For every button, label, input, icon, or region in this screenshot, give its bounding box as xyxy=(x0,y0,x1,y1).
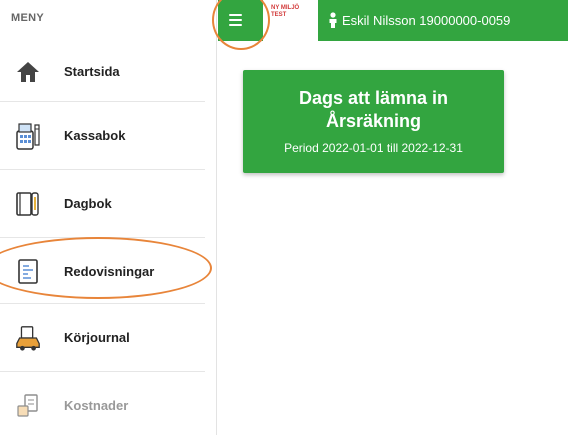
sidebar-item-korjournal[interactable]: Körjournal xyxy=(0,304,217,371)
sidebar-item-kostnader[interactable]: Kostnader xyxy=(0,372,217,439)
sidebar-item-redovisningar[interactable]: Redovisningar xyxy=(0,238,217,305)
user-name: Eskil Nilsson 19000000-0059 xyxy=(342,12,511,28)
card-period: Period 2022-01-01 till 2022-12-31 xyxy=(284,141,463,155)
hamburger-line xyxy=(228,19,242,21)
logo-line-1: NY MILJÖ xyxy=(271,5,300,11)
sidebar-item-label: Redovisningar xyxy=(64,264,155,279)
journal-icon xyxy=(14,190,42,218)
sidebar-item-label: Kassabok xyxy=(64,128,126,143)
environment-logo: NY MILJÖ TEST xyxy=(263,0,318,41)
sidebar-item-label: Körjournal xyxy=(64,330,130,345)
sidebar-item-dagbok[interactable]: Dagbok xyxy=(0,170,217,237)
menu-toggle-button[interactable] xyxy=(222,8,248,32)
home-icon xyxy=(14,58,42,86)
hamburger-line xyxy=(228,14,242,16)
menu-title: MENY xyxy=(11,12,44,24)
cash-register-icon xyxy=(14,122,42,150)
annual-report-card[interactable]: Dags att lämna in Årsräkning Period 2022… xyxy=(243,70,504,173)
logo-text: NY MILJÖ TEST xyxy=(271,5,299,19)
report-document-icon xyxy=(14,258,42,286)
person-icon xyxy=(329,12,337,28)
sidebar: MENY Startsida Kassabok Dagbok Redovisni… xyxy=(0,0,217,435)
car-icon xyxy=(14,324,42,352)
sidebar-item-startsida[interactable]: Startsida xyxy=(0,38,217,105)
card-title-line-2: Årsräkning xyxy=(325,111,422,131)
sidebar-item-label: Kostnader xyxy=(64,398,129,413)
sidebar-item-kassabok[interactable]: Kassabok xyxy=(0,102,217,169)
hamburger-line xyxy=(228,24,242,26)
costs-icon xyxy=(14,392,42,420)
card-title: Dags att lämna in Årsräkning xyxy=(243,87,504,133)
card-title-line-1: Dags att lämna in xyxy=(298,88,449,108)
sidebar-item-label: Dagbok xyxy=(64,196,112,211)
sidebar-item-label: Startsida xyxy=(64,64,120,79)
logo-line-2: TEST xyxy=(271,12,287,18)
user-info[interactable]: Eskil Nilsson 19000000-0059 xyxy=(327,12,510,28)
